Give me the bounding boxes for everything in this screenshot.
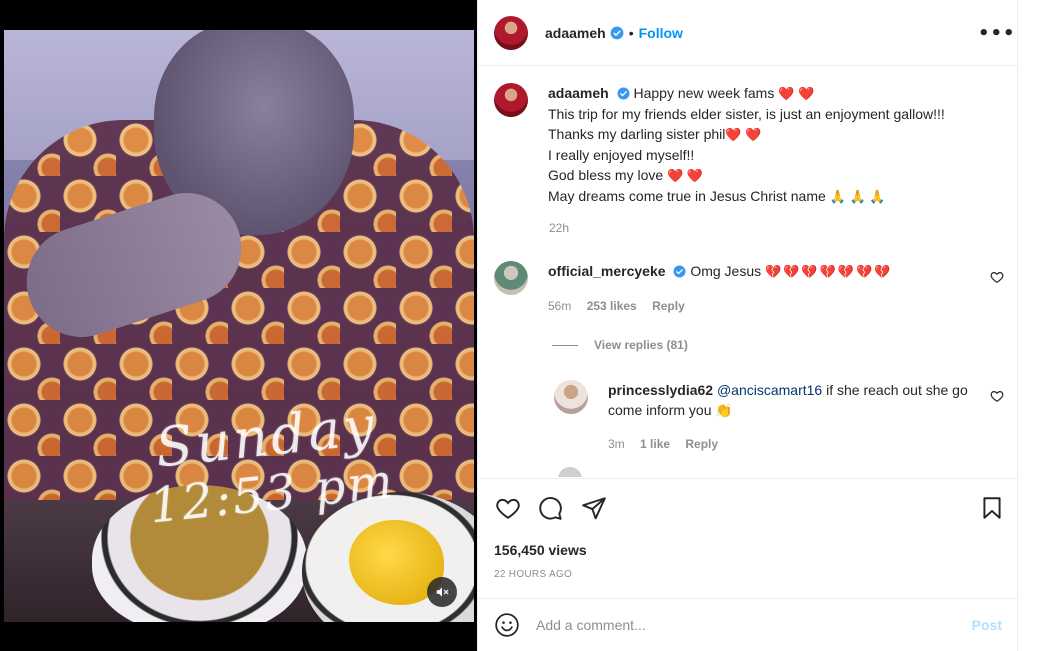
comment-age: 56m bbox=[548, 299, 572, 313]
caption-line-5: God bless my love bbox=[548, 167, 664, 183]
reply-age: 3m bbox=[608, 437, 625, 451]
header-separator: • bbox=[628, 24, 634, 41]
verified-badge-icon bbox=[617, 87, 630, 100]
comment-button[interactable] bbox=[536, 495, 564, 523]
praying-hands-emoji: 🙏 🙏 🙏 bbox=[829, 189, 886, 204]
view-replies-label: View replies (81) bbox=[594, 338, 688, 352]
view-replies-button[interactable]: View replies (81) bbox=[552, 338, 688, 352]
red-heart-emoji: ❤️ ❤️ bbox=[778, 86, 815, 101]
muted-speaker-icon bbox=[436, 587, 449, 597]
replies-divider bbox=[552, 344, 578, 346]
verified-badge-icon bbox=[610, 26, 624, 39]
save-button[interactable] bbox=[978, 495, 1006, 523]
post-timestamp[interactable]: 22 HOURS AGO bbox=[494, 569, 572, 580]
caption-line-1: Happy new week fams bbox=[633, 85, 775, 101]
comment-reply-button[interactable]: Reply bbox=[652, 299, 685, 313]
comment-input[interactable] bbox=[536, 617, 972, 633]
post-header: adaameh • Follow ••• bbox=[478, 0, 1018, 66]
heart-outline-icon bbox=[990, 272, 1004, 283]
comment-item: official_mercyeke Omg Jesus 💔💔💔💔💔💔💔 56m … bbox=[494, 261, 892, 316]
comments-section[interactable]: adaameh Happy new week fams ❤️ ❤️ This t… bbox=[478, 67, 1018, 477]
post-age: 22h bbox=[549, 221, 570, 235]
post-actions: 156,450 views 22 HOURS AGO bbox=[478, 478, 1018, 598]
page-gutter bbox=[1018, 0, 1051, 651]
comment-likes[interactable]: 253 likes bbox=[587, 299, 637, 313]
post-comment-button[interactable]: Post bbox=[972, 617, 1002, 633]
caption-line-2: This trip for my friends elder sister, i… bbox=[548, 106, 945, 122]
red-heart-emoji: ❤️ ❤️ bbox=[667, 168, 704, 183]
commenter-username[interactable]: official_mercyeke bbox=[548, 263, 666, 279]
comment-bubble-icon bbox=[539, 497, 562, 520]
like-button[interactable] bbox=[494, 495, 522, 523]
reply-likes[interactable]: 1 like bbox=[640, 437, 670, 451]
author-username[interactable]: adaameh bbox=[545, 25, 606, 41]
share-button[interactable] bbox=[580, 495, 608, 523]
more-options-icon[interactable]: ••• bbox=[978, 21, 1015, 45]
next-comment-avatar bbox=[558, 467, 582, 477]
post-sidebar: adaameh • Follow ••• adaameh Happy new w… bbox=[477, 0, 1018, 651]
mute-toggle-button[interactable] bbox=[427, 577, 457, 607]
post-media[interactable]: Sunday 12:53 pm bbox=[0, 0, 477, 651]
commenter-avatar[interactable] bbox=[494, 261, 528, 295]
post-caption: adaameh Happy new week fams ❤️ ❤️ This t… bbox=[494, 83, 945, 207]
broken-heart-emoji: 💔💔💔💔💔💔💔 bbox=[765, 264, 893, 279]
heart-outline-icon bbox=[990, 391, 1004, 402]
bookmark-icon bbox=[983, 497, 1001, 519]
verified-badge-icon bbox=[673, 265, 686, 278]
follow-button[interactable]: Follow bbox=[639, 25, 683, 41]
reply-like-button[interactable] bbox=[990, 389, 1004, 406]
red-heart-emoji: ❤️ ❤️ bbox=[725, 127, 762, 142]
post-video-frame[interactable]: Sunday 12:53 pm bbox=[4, 30, 474, 622]
reply-item: princesslydia62 @anciscamart16 if she re… bbox=[554, 380, 978, 454]
replier-username[interactable]: princesslydia62 bbox=[608, 382, 713, 398]
caption-line-6: May dreams come true in Jesus Christ nam… bbox=[548, 188, 826, 204]
caption-author-username[interactable]: adaameh bbox=[548, 85, 609, 101]
smiley-face-icon bbox=[495, 613, 519, 637]
reply-reply-button[interactable]: Reply bbox=[685, 437, 718, 451]
author-avatar[interactable] bbox=[494, 15, 528, 50]
heart-outline-icon bbox=[496, 498, 520, 519]
caption-line-3: Thanks my darling sister phil bbox=[548, 126, 726, 142]
clapping-hands-emoji: 👏 bbox=[715, 402, 733, 418]
comment-text: Omg Jesus bbox=[690, 263, 762, 279]
caption-author-avatar[interactable] bbox=[494, 83, 528, 117]
view-count[interactable]: 156,450 views bbox=[494, 542, 587, 558]
caption-line-4: I really enjoyed myself!! bbox=[548, 147, 695, 163]
add-comment-bar: Post bbox=[478, 598, 1018, 651]
replier-avatar[interactable] bbox=[554, 380, 588, 414]
comment-like-button[interactable] bbox=[990, 270, 1004, 287]
emoji-button[interactable] bbox=[494, 612, 520, 638]
paper-plane-icon bbox=[582, 497, 606, 520]
reply-mention-link[interactable]: @anciscamart16 bbox=[717, 382, 822, 398]
